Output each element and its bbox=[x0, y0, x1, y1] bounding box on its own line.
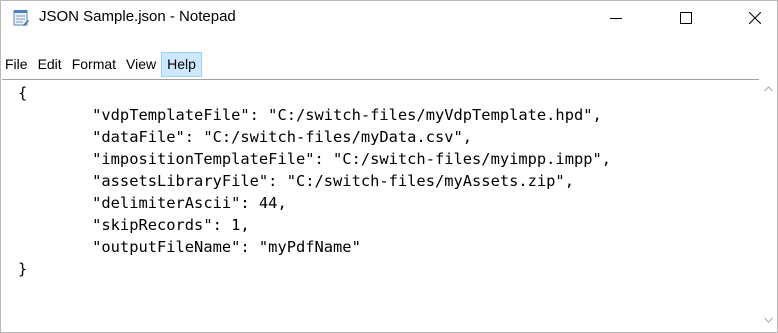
text-editor[interactable]: { "vdpTemplateFile": "C:/switch-files/my… bbox=[2, 79, 759, 332]
notepad-window: JSON Sample.json - Notepad File Edit For… bbox=[0, 0, 778, 333]
menu-format[interactable]: Format bbox=[67, 52, 121, 77]
minimize-button[interactable] bbox=[593, 1, 639, 34]
editor-line: "outputFileName": "myPdfName" bbox=[18, 238, 361, 256]
editor-line: { bbox=[18, 84, 28, 102]
notepad-icon bbox=[13, 10, 29, 26]
menu-bar: File Edit Format View Help bbox=[1, 52, 777, 77]
editor-line: "dataFile": "C:/switch-files/myData.csv"… bbox=[18, 128, 473, 146]
editor-line: "skipRecords": 1, bbox=[18, 216, 250, 234]
close-icon bbox=[749, 12, 761, 24]
minimize-icon bbox=[610, 18, 622, 19]
vertical-scrollbar[interactable] bbox=[760, 80, 777, 332]
menu-help[interactable]: Help bbox=[161, 52, 202, 77]
scroll-up-arrow-icon[interactable] bbox=[764, 86, 773, 92]
close-button[interactable] bbox=[732, 1, 777, 34]
scroll-down-arrow-icon[interactable] bbox=[764, 317, 773, 323]
maximize-button[interactable] bbox=[663, 1, 709, 34]
menu-file[interactable]: File bbox=[1, 52, 33, 77]
editor-line: "impositionTemplateFile": "C:/switch-fil… bbox=[18, 150, 612, 168]
menu-view[interactable]: View bbox=[121, 52, 161, 77]
editor-line: } bbox=[18, 260, 28, 278]
editor-line: "delimiterAscii": 44, bbox=[18, 194, 287, 212]
window-title: JSON Sample.json - Notepad bbox=[39, 8, 236, 25]
maximize-icon bbox=[680, 12, 692, 24]
menu-edit[interactable]: Edit bbox=[33, 52, 67, 77]
editor-line: "vdpTemplateFile": "C:/switch-files/myVd… bbox=[18, 106, 602, 124]
editor-line: "assetsLibraryFile": "C:/switch-files/my… bbox=[18, 172, 574, 190]
title-bar[interactable]: JSON Sample.json - Notepad bbox=[1, 1, 777, 34]
